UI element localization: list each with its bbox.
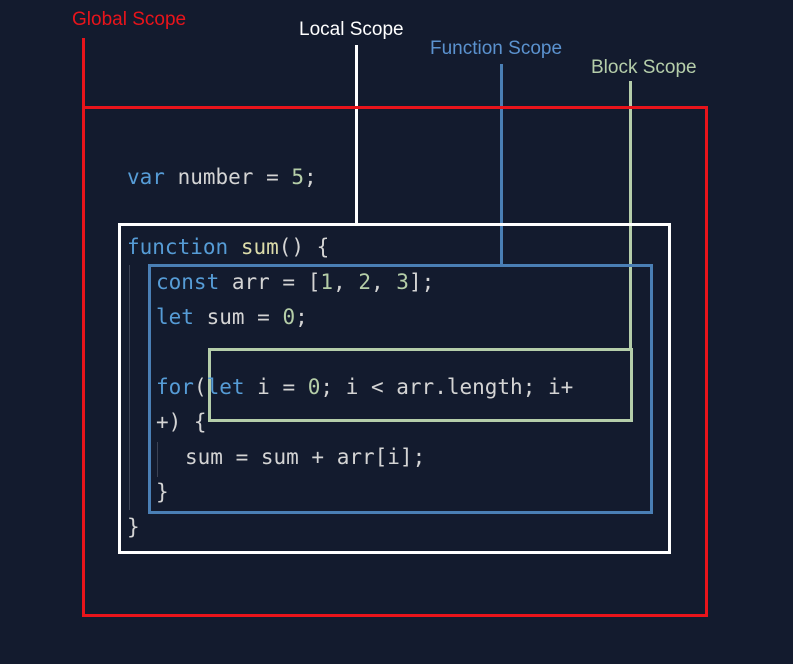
code-keyword: let — [206, 375, 245, 399]
code-line-for-continued: +) { — [156, 410, 207, 434]
function-scope-label: Function Scope — [430, 38, 563, 59]
code-line-sum-assign: sum = sum + arr[i]; — [185, 445, 426, 469]
code-line-let-sum: let sum = 0; — [156, 300, 308, 335]
code-text: i = — [244, 375, 308, 399]
code-text: () { — [278, 235, 330, 259]
code-number: 1 — [320, 270, 334, 294]
code-text: ]; — [408, 270, 435, 294]
code-text: ; — [295, 305, 308, 329]
block-scope-label: Block Scope — [591, 57, 697, 78]
code-function-name: sum — [240, 235, 279, 259]
code-text: arr = [ — [219, 270, 321, 294]
code-text: number = — [164, 165, 292, 189]
indent-guide-outer — [129, 265, 130, 510]
code-number: 0 — [307, 375, 321, 399]
global-scope-leader — [82, 38, 85, 108]
code-text: ; i < arr.length; i+ — [320, 375, 574, 399]
code-number: 2 — [358, 270, 371, 294]
global-scope-label: Global Scope — [72, 9, 187, 30]
indent-guide-inner — [157, 442, 158, 477]
code-line-const: const arr = [1, 2, 3]; — [156, 265, 434, 300]
code-line-for: for(let i = 0; i < arr.length; i+ — [156, 370, 573, 405]
local-scope-label: Local Scope — [299, 19, 404, 40]
code-keyword: for — [156, 375, 194, 399]
code-text: sum = — [193, 305, 283, 329]
code-keyword: let — [156, 305, 194, 329]
code-keyword: function — [127, 235, 229, 259]
code-text: ( — [193, 375, 207, 399]
code-text: , — [370, 270, 397, 294]
code-keyword: const — [156, 270, 220, 294]
code-line-close-function: } — [127, 515, 140, 539]
code-number: 5 — [291, 165, 305, 189]
code-line-var: var number = 5; — [127, 160, 317, 195]
code-line-function: function sum() { — [127, 230, 329, 265]
code-text: , — [333, 270, 359, 294]
code-number: 3 — [396, 270, 409, 294]
code-keyword: var — [127, 165, 165, 189]
code-number: 0 — [282, 305, 296, 329]
code-text: ; — [304, 165, 317, 189]
code-line-close-for: } — [156, 480, 169, 504]
